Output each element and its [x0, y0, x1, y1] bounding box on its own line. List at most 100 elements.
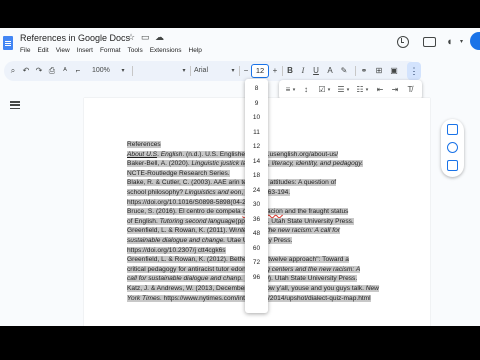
- font-size-option[interactable]: 8: [245, 83, 268, 95]
- line-spacing-icon[interactable]: ↕: [301, 83, 311, 97]
- emoji-reaction-icon[interactable]: [447, 142, 458, 153]
- text-run: Blake, R. & Cutler, C. (2003). AAE a: [127, 179, 233, 187]
- document-line[interactable]: Blake, R. & Cutler, C. (2003). AAE arin …: [127, 178, 412, 188]
- zoom-chevron-icon[interactable]: ▾: [119, 64, 127, 78]
- document-line[interactable]: Bruce, S. (2016). El centro de compela c…: [127, 207, 412, 217]
- font-size-option[interactable]: 12: [245, 141, 268, 153]
- numbered-chevron-icon[interactable]: ▾: [363, 83, 371, 97]
- text-run: About U.S: [127, 150, 158, 158]
- font-chevron-icon[interactable]: ▾: [229, 64, 237, 78]
- text-run: Bruce, S. (2016). El centro de compe: [127, 208, 236, 216]
- document-line[interactable]: Baker-Bell, A. (2020). Linguistic justic…: [127, 159, 412, 169]
- highlight-color-icon[interactable]: ✎: [339, 64, 349, 78]
- menu-edit[interactable]: Edit: [37, 47, 48, 54]
- add-comment-icon[interactable]: ⊞: [374, 64, 384, 78]
- font-size-option[interactable]: 72: [245, 257, 268, 269]
- search-icon[interactable]: ⌕: [8, 64, 18, 78]
- text-run: Greenfield, L. & Rowan, K. (2011). Wr: [127, 227, 238, 235]
- docs-window: References in Google Docs ☆ ▭ ☁ File Edi…: [0, 28, 480, 326]
- document-line[interactable]: call for sustainable dialogue and chanp.…: [127, 274, 412, 284]
- divider: [282, 66, 283, 76]
- document-line[interactable]: school philosophy? Linguistics and eon, …: [127, 188, 412, 198]
- text-color-icon[interactable]: A: [325, 64, 335, 78]
- font-size-option[interactable]: 30: [245, 199, 268, 211]
- avatar[interactable]: [470, 32, 480, 50]
- decrease-font-size-button[interactable]: −: [242, 64, 250, 78]
- menu-view[interactable]: View: [56, 47, 70, 54]
- redo-icon[interactable]: ↷: [34, 64, 44, 78]
- menu-tools[interactable]: Tools: [128, 47, 143, 54]
- star-icon[interactable]: ☆: [127, 32, 135, 43]
- menu-format[interactable]: Format: [100, 47, 121, 54]
- style-chevron-icon[interactable]: ▾: [180, 64, 188, 78]
- increase-indent-icon[interactable]: ⇥: [390, 83, 400, 97]
- document-line[interactable]: NCTE-Routledge Research Series.: [127, 169, 412, 179]
- meet-icon[interactable]: ◖: [446, 36, 453, 48]
- font-size-option[interactable]: 9: [245, 98, 268, 110]
- bold-button[interactable]: B: [285, 64, 295, 78]
- document-line[interactable]: Greenfield, L. & Rowan, K. (2011). Wrnte…: [127, 226, 412, 236]
- move-folder-icon[interactable]: ▭: [141, 32, 150, 43]
- text-run: of English.: [127, 217, 160, 225]
- suggest-edits-icon[interactable]: [447, 160, 458, 171]
- italic-button[interactable]: I: [298, 64, 308, 78]
- font-size-option[interactable]: 11: [245, 127, 268, 139]
- checklist-chevron-icon[interactable]: ▾: [325, 83, 333, 97]
- menu-bar: File Edit View Insert Format Tools Exten…: [20, 47, 202, 54]
- menu-file[interactable]: File: [20, 47, 30, 54]
- text-run: English: [160, 150, 183, 158]
- bullet-chevron-icon[interactable]: ▾: [344, 83, 352, 97]
- document-line[interactable]: https://doi.org/10.2307/j ctt4cgk6s: [127, 246, 412, 256]
- document-line[interactable]: Greenfield, L. & Rowan, K. (2012). Bethe…: [127, 255, 412, 265]
- font-size-option[interactable]: 14: [245, 156, 268, 168]
- text-run: . (n.d.). U.S. Englis: [182, 150, 238, 158]
- font-family-select[interactable]: Arial: [194, 64, 226, 78]
- font-size-option[interactable]: 60: [245, 243, 268, 255]
- font-size-option[interactable]: 96: [245, 272, 268, 284]
- increase-font-size-button[interactable]: +: [271, 64, 279, 78]
- document-outline-icon[interactable]: [10, 101, 20, 110]
- font-size-option[interactable]: 48: [245, 228, 268, 240]
- document-line[interactable]: References: [127, 140, 412, 150]
- text-run: Baker-Bell, A. (2020).: [127, 160, 192, 168]
- cloud-status-icon[interactable]: ☁: [155, 32, 164, 43]
- align-chevron-icon[interactable]: ▾: [290, 83, 298, 97]
- add-comment-side-icon[interactable]: [447, 124, 458, 135]
- menu-help[interactable]: Help: [189, 47, 202, 54]
- zoom-select[interactable]: 100%: [92, 64, 120, 78]
- document-line[interactable]: Katz, J. & Andrews, W. (2013, December 2…: [127, 284, 412, 294]
- comments-icon[interactable]: [423, 37, 436, 47]
- font-size-option[interactable]: 24: [245, 185, 268, 197]
- paint-format-icon[interactable]: ⌐: [73, 64, 83, 78]
- font-size-option[interactable]: 10: [245, 112, 268, 124]
- underline-button[interactable]: U: [311, 64, 321, 78]
- print-icon[interactable]: ⎙: [47, 64, 57, 78]
- divider: [239, 66, 240, 76]
- document-line[interactable]: sustainable dialogue and change. Utae Un…: [127, 236, 412, 246]
- document-title[interactable]: References in Google Docs: [20, 33, 130, 43]
- document-line[interactable]: York Times. https://www.nytimes.com/inte…: [127, 294, 412, 304]
- insert-link-icon[interactable]: ⚭: [359, 64, 369, 78]
- font-size-input[interactable]: 12: [251, 64, 269, 78]
- document-line[interactable]: https://doi.org/10.1016/S0898-5898(04-2: [127, 198, 412, 208]
- menu-insert[interactable]: Insert: [77, 47, 93, 54]
- text-run: https://doi.org/10.2307/j ctt4cgk6s: [127, 246, 226, 254]
- menu-extensions[interactable]: Extensions: [150, 47, 182, 54]
- docs-logo-icon[interactable]: [3, 36, 13, 50]
- title-bar: References in Google Docs ☆ ▭ ☁ File Edi…: [0, 28, 480, 60]
- clear-formatting-icon[interactable]: T̸: [405, 83, 415, 97]
- insert-image-icon[interactable]: ▣: [389, 64, 399, 78]
- spellcheck-icon[interactable]: ᴬ: [60, 64, 70, 78]
- text-run: school philosophy?: [127, 188, 185, 196]
- document-line[interactable]: of English. Tutoring second language(pp.…: [127, 217, 412, 227]
- document-line[interactable]: About U.S. English. (n.d.). U.S. English…: [127, 150, 412, 160]
- version-history-icon[interactable]: [397, 36, 409, 48]
- font-size-option[interactable]: 36: [245, 214, 268, 226]
- undo-icon[interactable]: ↶: [21, 64, 31, 78]
- decrease-indent-icon[interactable]: ⇤: [375, 83, 385, 97]
- chevron-down-icon[interactable]: ▾: [460, 38, 463, 45]
- references-text[interactable]: References About U.S. English. (n.d.). U.…: [127, 140, 412, 303]
- more-options-button[interactable]: ⋮: [407, 62, 421, 80]
- font-size-option[interactable]: 18: [245, 170, 268, 182]
- document-line[interactable]: critical pedagogy for antiracist tutor e…: [127, 265, 412, 275]
